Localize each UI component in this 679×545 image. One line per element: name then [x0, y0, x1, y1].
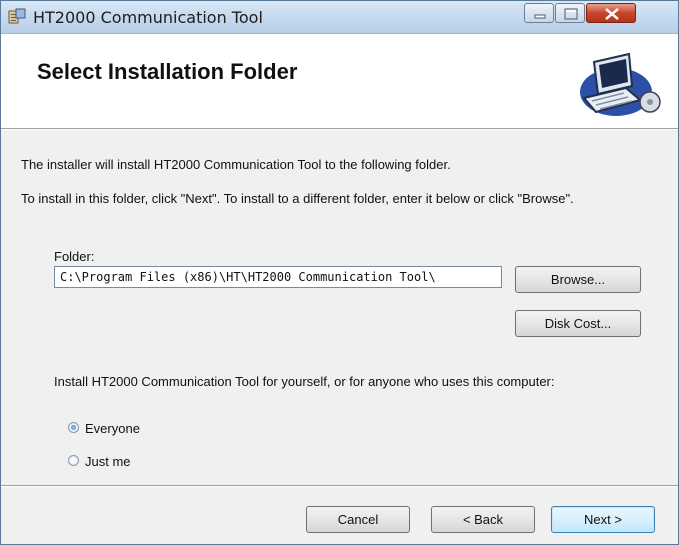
cancel-button-label: Cancel: [337, 512, 379, 527]
radio-unselected-icon[interactable]: [68, 455, 79, 466]
disk-cost-button-label: Disk Cost...: [544, 316, 612, 331]
cancel-button[interactable]: Cancel: [306, 506, 410, 533]
browse-button-label: Browse...: [550, 272, 606, 287]
header-panel: Select Installation Folder: [1, 34, 678, 126]
maximize-icon: [564, 8, 578, 20]
description-line-1: The installer will install HT2000 Commun…: [21, 157, 451, 172]
maximize-button[interactable]: [555, 3, 585, 23]
next-button-label: Next >: [584, 512, 622, 527]
disk-cost-button[interactable]: Disk Cost...: [515, 310, 641, 337]
radio-selected-icon[interactable]: [68, 422, 79, 433]
folder-path-input[interactable]: C:\Program Files (x86)\HT\HT2000 Communi…: [54, 266, 502, 288]
radio-everyone-label: Everyone: [85, 421, 140, 436]
title-bar[interactable]: HT2000 Communication Tool: [1, 1, 678, 34]
close-button[interactable]: [586, 3, 636, 23]
minimize-icon: [534, 14, 546, 19]
installer-icon: [8, 8, 26, 26]
window-title: HT2000 Communication Tool: [33, 8, 263, 27]
page-title: Select Installation Folder: [37, 59, 298, 84]
minimize-button[interactable]: [524, 3, 554, 23]
back-button-label: < Back: [462, 512, 504, 527]
folder-label: Folder:: [54, 249, 95, 264]
description-line-2: To install in this folder, click "Next".…: [21, 191, 574, 206]
browse-button[interactable]: Browse...: [515, 266, 641, 293]
close-icon: [605, 8, 619, 20]
back-button[interactable]: < Back: [431, 506, 535, 533]
installer-window: HT2000 Communication Tool Select Install…: [0, 0, 679, 545]
install-scope-prompt: Install HT2000 Communication Tool for yo…: [54, 374, 555, 389]
computer-install-icon: [574, 42, 664, 122]
next-button[interactable]: Next >: [551, 506, 655, 533]
radio-just-me-label: Just me: [85, 454, 131, 469]
